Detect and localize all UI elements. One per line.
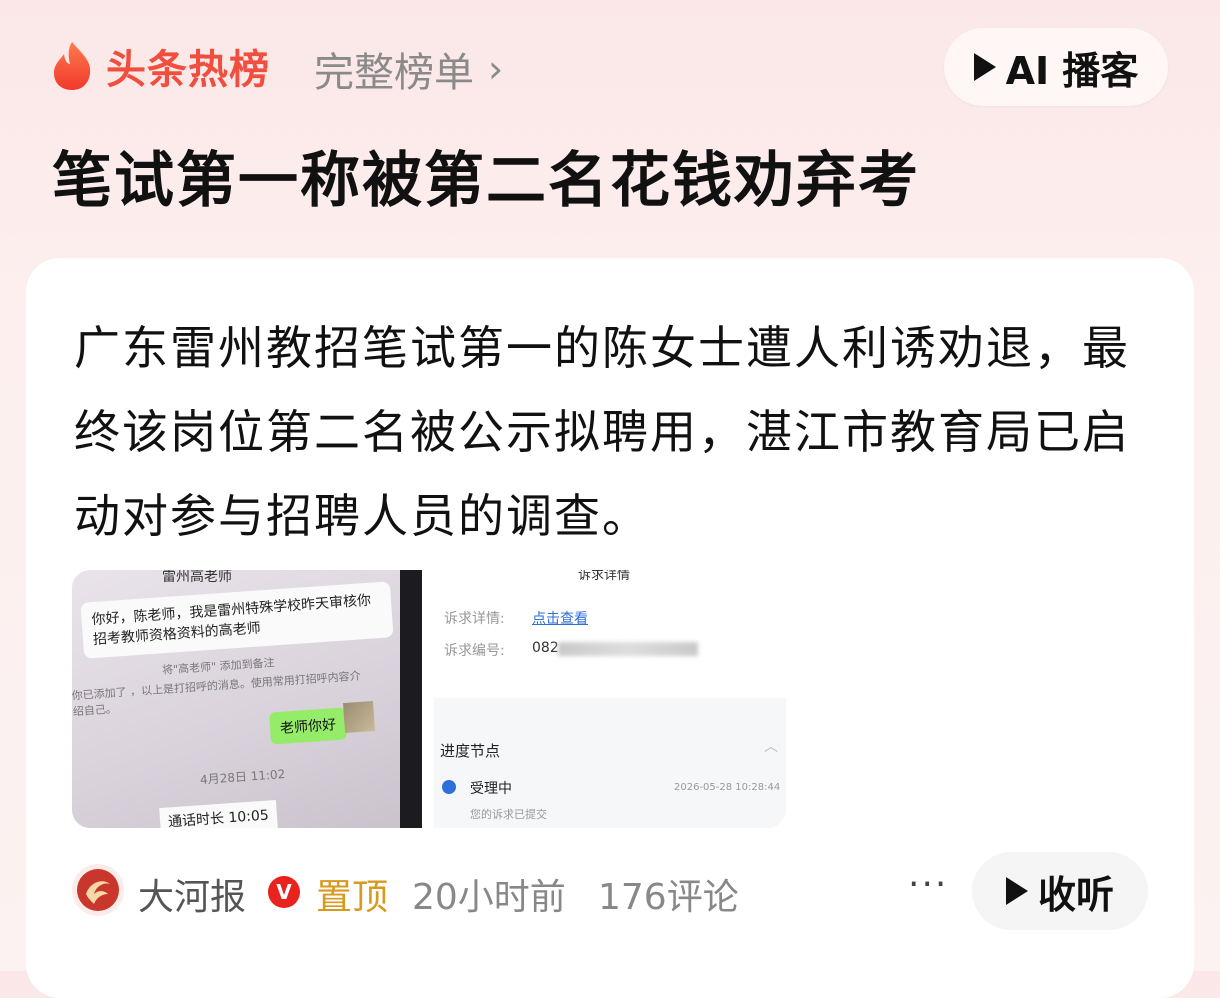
call-duration: 通话时长 10:05: [159, 799, 278, 828]
chevron-right-icon: ›: [488, 47, 504, 91]
chat-header: 雷州高老师: [162, 570, 232, 585]
status-sub: 您的诉求已提交: [470, 808, 547, 821]
hot-list-brand[interactable]: 头条热榜: [50, 38, 270, 94]
news-summary[interactable]: 广东雷州教招笔试第一的陈女士遭人利诱劝退，最终该岗位第二名被公示拟聘用，湛江市教…: [74, 306, 1154, 558]
chat-system-note: 将"高老师" 添加到备注: [161, 656, 275, 677]
listen-label: 收听: [1037, 872, 1114, 917]
play-icon: [973, 53, 996, 81]
comment-count[interactable]: 176评论: [598, 868, 739, 920]
chat-timestamp: 4月28日 11:02: [199, 767, 286, 787]
chat-reply: 老师你好: [268, 707, 348, 745]
chevron-up-icon: ︿: [764, 739, 778, 755]
news-card[interactable]: 广东雷州教招笔试第一的陈女士遭人利诱劝退，最终该岗位第二名被公示拟聘用，湛江市教…: [26, 258, 1194, 998]
more-icon[interactable]: ···: [908, 864, 948, 905]
play-icon: [1005, 877, 1028, 905]
image-divider: [422, 570, 434, 828]
source-name[interactable]: 大河报: [138, 868, 246, 920]
status-time: 2026-05-28 10:28:44: [674, 782, 781, 793]
redacted-number: [558, 642, 698, 656]
chat-message: 你好，陈老师，我是雷州特殊学校昨天审核你招考教师资格资料的高老师: [80, 581, 394, 659]
dahebao-logo-icon: [77, 869, 119, 911]
ai-podcast-button[interactable]: AI 播客: [944, 28, 1168, 106]
full-list-link[interactable]: 完整榜单 ›: [314, 40, 503, 98]
status-label: 受理中: [470, 781, 512, 797]
complaint-header: 诉求详情: [578, 570, 631, 583]
news-meta: 大河报 V 置顶 20小时前 176评论 ··· 收听: [72, 852, 1192, 930]
complaint-screenshot-image[interactable]: 诉求详情 诉求详情: 点击查看 诉求编号: 082 进度节点 ︿ 受理中 202…: [434, 570, 786, 828]
news-images[interactable]: 雷州高老师 你好，陈老师，我是雷州特殊学校昨天审核你招考教师资格资料的高老师 将…: [72, 570, 786, 828]
avatar: [342, 700, 376, 734]
brand-label: 头条热榜: [106, 47, 270, 93]
full-list-label: 完整榜单: [314, 50, 474, 96]
progress-label: 进度节点: [440, 742, 501, 760]
ai-podcast-label: AI 播客: [1005, 48, 1139, 93]
chat-screenshot-image[interactable]: 雷州高老师 你好，陈老师，我是雷州特殊学校昨天审核你招考教师资格资料的高老师 将…: [72, 570, 422, 828]
flame-icon: [54, 42, 91, 90]
status-clock-icon: [442, 780, 456, 794]
complaint-number: 082: [532, 640, 559, 656]
hot-list-header: 头条热榜 完整榜单 › AI 播客 笔试第一称被第二名花钱劝弃考: [0, 0, 1220, 260]
headline[interactable]: 笔试第一称被第二名花钱劝弃考: [52, 132, 920, 219]
post-age: 20小时前: [412, 877, 566, 918]
source-logo[interactable]: [72, 864, 124, 916]
pinned-tag: 置顶: [316, 877, 389, 918]
complaint-detail-panel: [434, 570, 786, 698]
listen-button[interactable]: 收听: [972, 852, 1148, 930]
detail-link: 点击查看: [532, 611, 588, 627]
number-label: 诉求编号:: [444, 643, 505, 659]
phone-edge: [400, 570, 422, 828]
verified-badge-icon: V: [268, 876, 300, 908]
detail-label: 诉求详情:: [444, 611, 505, 627]
